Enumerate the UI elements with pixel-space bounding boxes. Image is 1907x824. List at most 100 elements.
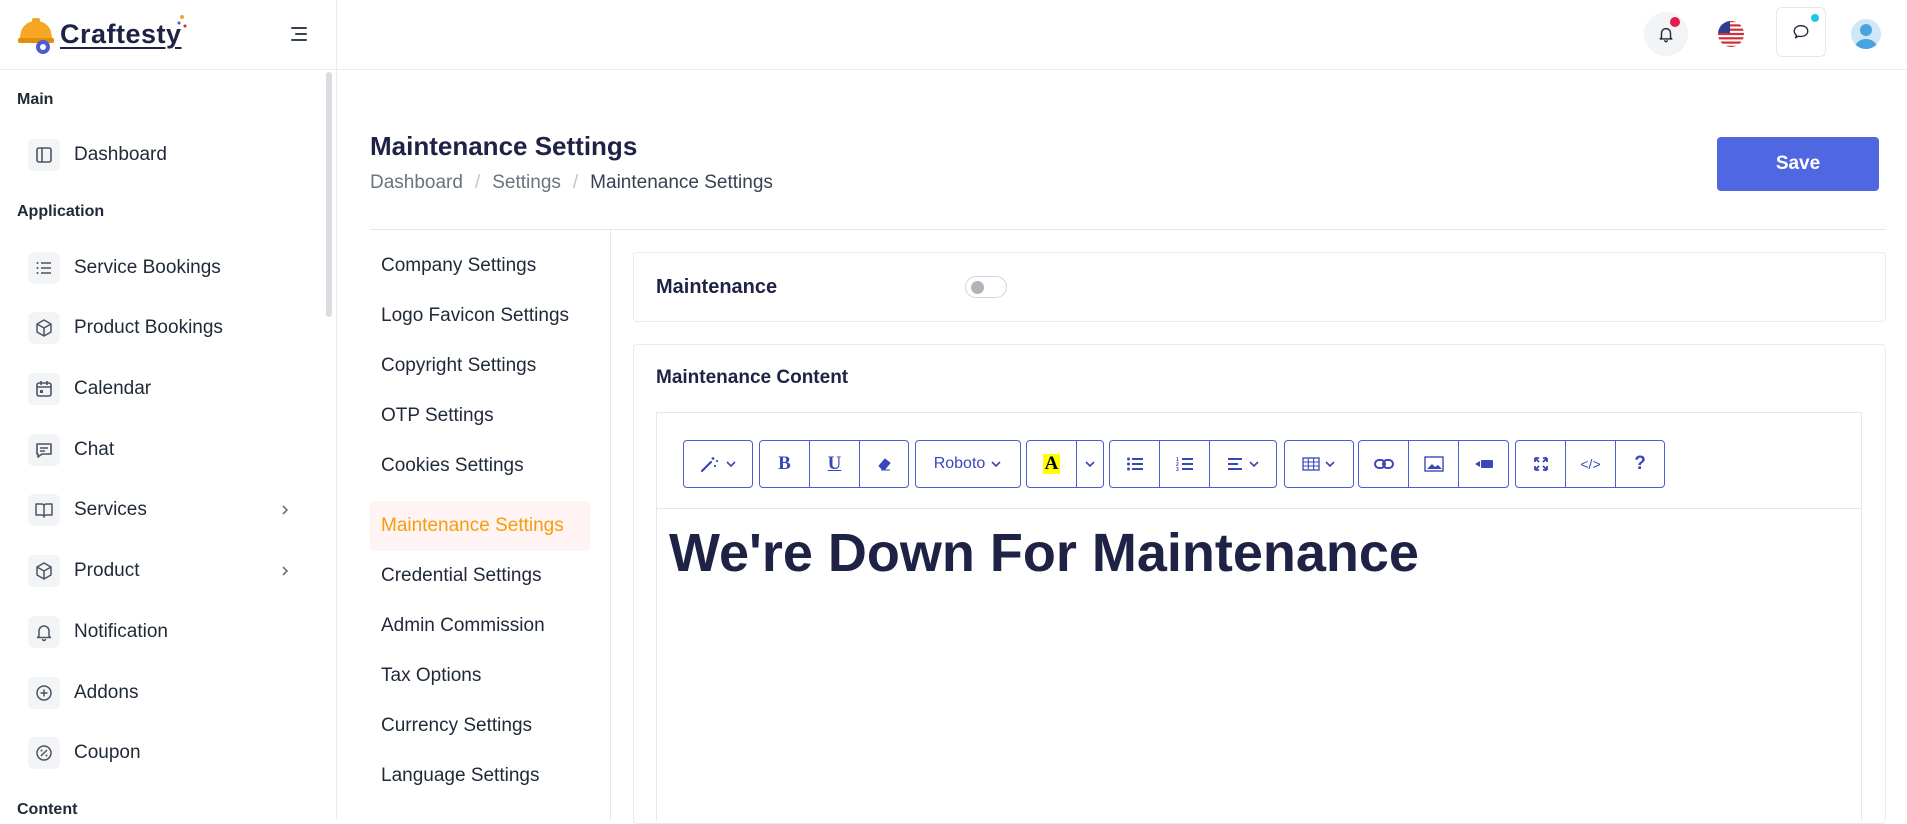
box-icon bbox=[28, 555, 60, 587]
avatar[interactable] bbox=[1844, 12, 1888, 56]
video-icon bbox=[1474, 460, 1493, 468]
style-dropdown-button[interactable] bbox=[684, 441, 752, 487]
maintenance-toggle[interactable] bbox=[965, 276, 1007, 298]
settings-menu-item[interactable]: Currency Settings bbox=[370, 701, 590, 751]
sidebar-item-label: Services bbox=[74, 499, 147, 520]
color-dropdown-button[interactable] bbox=[1077, 441, 1103, 487]
bullet-list-button[interactable] bbox=[1110, 441, 1160, 487]
sidebar-section-main: Main bbox=[17, 91, 54, 108]
settings-menu-item[interactable]: Admin Commission bbox=[370, 601, 590, 651]
message-icon bbox=[28, 434, 60, 466]
settings-menu-item[interactable]: Company Settings bbox=[370, 241, 590, 291]
sidebar-item-addons[interactable]: Addons bbox=[28, 673, 308, 713]
link-icon bbox=[1373, 459, 1394, 469]
picture-icon bbox=[1423, 456, 1444, 472]
notification-dot bbox=[1670, 17, 1680, 27]
settings-menu-item[interactable]: OTP Settings bbox=[370, 391, 590, 441]
settings-menu-item[interactable]: Cookies Settings bbox=[370, 441, 590, 491]
toolbar-group-table bbox=[1284, 440, 1354, 488]
chevron-right-icon bbox=[278, 564, 292, 583]
eraser-icon bbox=[878, 458, 891, 471]
sidebar-item-notification[interactable]: Notification bbox=[28, 612, 308, 652]
settings-menu-item[interactable]: Language Settings bbox=[370, 751, 590, 801]
book-icon bbox=[28, 494, 60, 526]
chevron-down-icon bbox=[1325, 461, 1335, 468]
clear-format-button[interactable] bbox=[860, 441, 908, 487]
sidebar-item-label: Product bbox=[74, 560, 140, 581]
topbar bbox=[337, 0, 1907, 70]
notifications-button[interactable] bbox=[1644, 12, 1688, 56]
breadcrumb-separator: / bbox=[572, 172, 579, 193]
table-icon bbox=[1302, 457, 1320, 471]
chat-dot bbox=[1811, 14, 1819, 22]
code-view-button[interactable]: </> bbox=[1566, 441, 1616, 487]
toolbar-group-view: </> ? bbox=[1515, 440, 1665, 488]
breadcrumb-dashboard[interactable]: Dashboard bbox=[370, 172, 463, 194]
sidebar-item-chat[interactable]: Chat bbox=[28, 430, 308, 470]
underline-button[interactable]: U bbox=[810, 441, 860, 487]
sidebar-item-dashboard[interactable]: Dashboard bbox=[28, 135, 308, 175]
toolbar-group-style bbox=[683, 440, 753, 488]
settings-menu: Company Settings Logo Favicon Settings C… bbox=[370, 230, 611, 820]
sidebar-item-label: Coupon bbox=[74, 742, 141, 763]
sidebar-item-services[interactable]: Services bbox=[28, 490, 308, 530]
sidebar-item-product[interactable]: Product bbox=[28, 551, 308, 591]
messages-button[interactable] bbox=[1776, 7, 1826, 57]
brand-name: Craftesty bbox=[60, 19, 182, 49]
toolbar-group-paragraph: 123 bbox=[1109, 440, 1277, 488]
language-selector[interactable] bbox=[1709, 12, 1753, 56]
us-flag-icon bbox=[1718, 21, 1744, 47]
toolbar-group-format: B U bbox=[759, 440, 909, 488]
menu-toggle-icon[interactable] bbox=[287, 22, 311, 46]
helmet-logo-icon bbox=[18, 17, 54, 54]
sidebar-scrollbar[interactable] bbox=[326, 72, 332, 317]
sidebar-item-label: Service Bookings bbox=[74, 257, 221, 278]
align-dropdown-button[interactable] bbox=[1210, 441, 1276, 487]
sidebar-section-content: Content bbox=[17, 801, 78, 818]
chevron-down-icon bbox=[725, 461, 736, 468]
bold-button[interactable]: B bbox=[760, 441, 810, 487]
sidebar-item-coupon[interactable]: Coupon bbox=[28, 733, 308, 773]
brand-logo[interactable]: Craftesty bbox=[17, 14, 188, 55]
breadcrumb-separator: / bbox=[474, 172, 481, 193]
table-dropdown-button[interactable] bbox=[1285, 441, 1353, 487]
sidebar-item-calendar[interactable]: Calendar bbox=[28, 369, 308, 409]
sidebar-item-label: Dashboard bbox=[74, 144, 167, 165]
sidebar-item-product-bookings[interactable]: Product Bookings bbox=[28, 308, 308, 348]
sidebar-item-label: Chat bbox=[74, 439, 115, 460]
fullscreen-button[interactable] bbox=[1516, 441, 1566, 487]
bullet-list-icon bbox=[1126, 457, 1143, 471]
user-avatar-icon bbox=[1851, 19, 1881, 49]
code-icon: </> bbox=[1580, 456, 1601, 472]
save-button[interactable]: Save bbox=[1717, 137, 1879, 191]
chevron-down-icon bbox=[1248, 461, 1259, 468]
text-color-button[interactable]: A bbox=[1027, 441, 1077, 487]
editor-toolbar-divider bbox=[656, 508, 1862, 509]
insert-video-button[interactable] bbox=[1459, 441, 1508, 487]
maintenance-content-label: Maintenance Content bbox=[656, 367, 849, 388]
sidebar: Craftesty Main Dashboard Application Ser… bbox=[0, 0, 337, 820]
sidebar-item-service-bookings[interactable]: Service Bookings bbox=[28, 248, 308, 288]
bell-icon bbox=[28, 616, 60, 648]
align-left-icon bbox=[1227, 458, 1242, 470]
toolbar-group-insert bbox=[1358, 440, 1509, 488]
numbered-list-button[interactable]: 123 bbox=[1160, 441, 1210, 487]
settings-menu-item[interactable]: Copyright Settings bbox=[370, 341, 590, 391]
sidebar-item-label: Notification bbox=[74, 621, 168, 642]
toggle-knob bbox=[971, 281, 984, 294]
plus-circle-icon bbox=[28, 677, 60, 709]
insert-link-button[interactable] bbox=[1359, 441, 1409, 487]
breadcrumb-settings[interactable]: Settings bbox=[492, 172, 561, 194]
font-family-value: Roboto bbox=[933, 455, 986, 472]
font-family-dropdown[interactable]: Roboto bbox=[916, 441, 1020, 487]
maintenance-toggle-card bbox=[633, 252, 1886, 322]
help-button[interactable]: ? bbox=[1616, 441, 1664, 487]
insert-picture-button[interactable] bbox=[1409, 441, 1459, 487]
svg-text:3: 3 bbox=[1176, 467, 1179, 472]
settings-menu-item[interactable]: Logo Favicon Settings bbox=[370, 291, 590, 341]
breadcrumb: Dashboard / Settings / Maintenance Setti… bbox=[370, 172, 773, 194]
settings-menu-item[interactable]: Tax Options bbox=[370, 651, 590, 701]
editor-content-heading[interactable]: We're Down For Maintenance bbox=[669, 522, 1419, 584]
settings-menu-item-active[interactable]: Maintenance Settings bbox=[370, 501, 590, 551]
settings-menu-item[interactable]: Credential Settings bbox=[370, 551, 590, 601]
